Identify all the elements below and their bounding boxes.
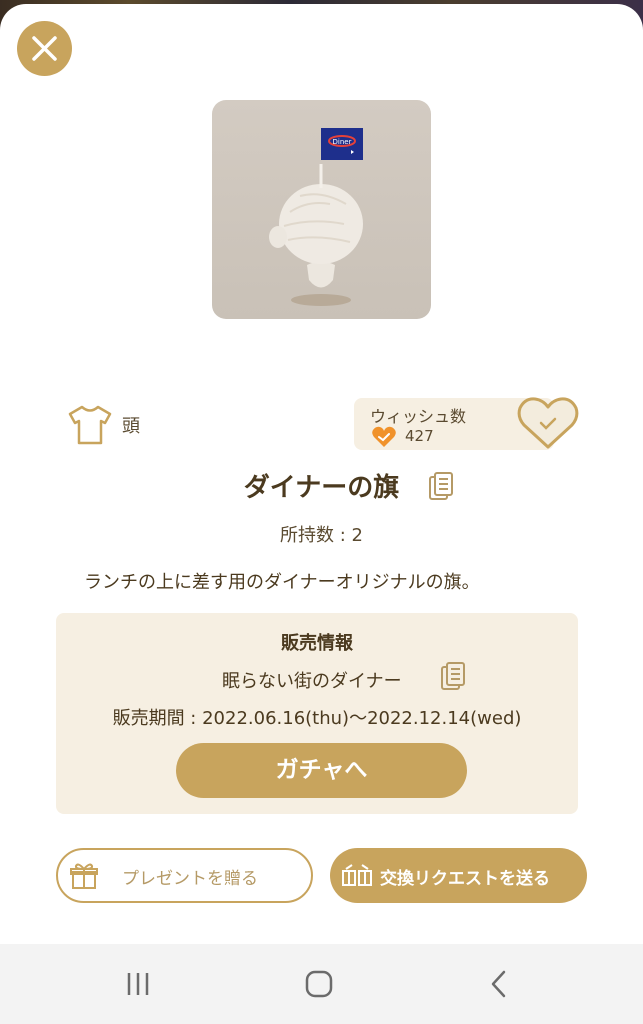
close-icon: [32, 36, 57, 61]
copy-icon[interactable]: [440, 661, 466, 691]
heart-check-icon: [372, 426, 396, 447]
trade-request-button-label: 交換リクエストを送る: [380, 869, 550, 889]
system-navigation-bar: [0, 944, 643, 1024]
sales-info-heading: 販売情報: [281, 633, 353, 654]
event-name-link[interactable]: 眠らない街のダイナー: [222, 667, 402, 693]
home-icon[interactable]: [303, 968, 335, 1000]
item-title: ダイナーの旗: [0, 467, 643, 504]
wish-count-value: 427: [405, 427, 434, 445]
svg-text:Diner: Diner: [333, 138, 352, 146]
owned-count: 所持数 : 2: [280, 525, 363, 546]
present-button[interactable]: プレゼントを贈る: [56, 848, 313, 903]
back-icon[interactable]: [486, 968, 512, 1000]
wish-count-title: ウィッシュ数: [370, 407, 467, 426]
gift-icon: [70, 863, 98, 889]
item-title-text: ダイナーの旗: [243, 473, 400, 503]
heart-outline-icon[interactable]: [516, 395, 580, 451]
gacha-button[interactable]: ガチャへ: [176, 743, 467, 798]
close-button[interactable]: [17, 21, 72, 76]
item-preview-image: Diner: [212, 100, 431, 319]
item-description: ランチの上に差す用のダイナーオリジナルの旗。: [84, 572, 480, 593]
trade-request-button[interactable]: 交換リクエストを送る: [330, 848, 587, 903]
copy-icon[interactable]: [428, 471, 454, 501]
exchange-icon: [342, 864, 372, 886]
sales-period: 販売期間 : 2022.06.16(thu)〜2022.12.14(wed): [112, 708, 522, 729]
recent-apps-icon[interactable]: [124, 970, 154, 998]
category-label: 頭: [122, 416, 140, 437]
shirt-icon: [68, 405, 112, 445]
sales-info-panel: 販売情報 眠らない街のダイナー 販売期間 : 2022.06.16(thu)〜2…: [56, 613, 578, 814]
present-button-label: プレゼントを贈る: [122, 869, 258, 889]
